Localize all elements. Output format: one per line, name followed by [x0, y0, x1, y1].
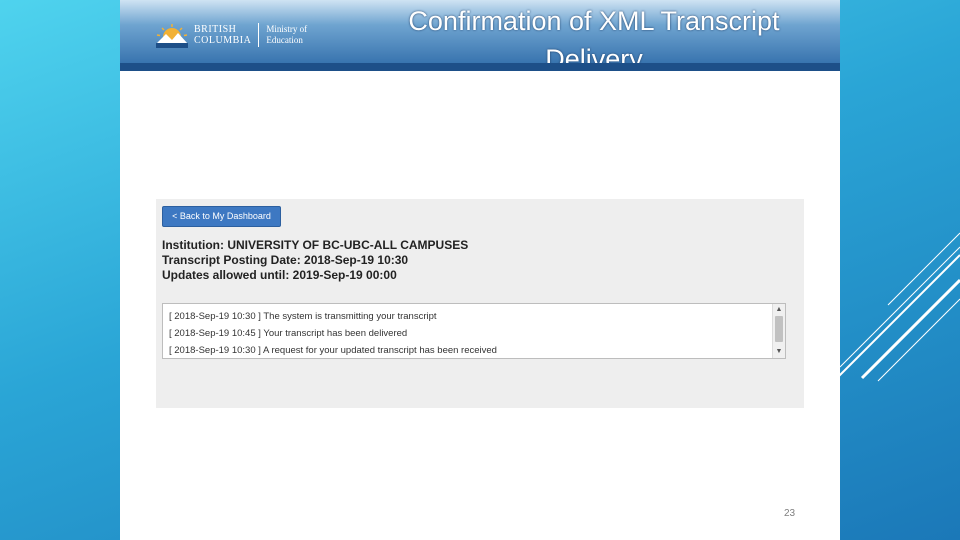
chevron-down-icon[interactable]: ▼: [773, 347, 785, 357]
bc-ministry-logo: BRITISH COLUMBIA Ministry of Education: [154, 22, 307, 48]
slide-title-line1: Confirmation of XML Transcript: [408, 6, 780, 36]
logo-line-columbia: COLUMBIA: [194, 35, 252, 46]
log-lines: [ 2018-Sep-19 10:30 ] The system is tran…: [169, 308, 769, 359]
logo-line-british: BRITISH: [194, 24, 237, 35]
scrollbar-thumb[interactable]: [775, 316, 783, 342]
page-number: 23: [784, 508, 796, 519]
transcript-delivery-panel: < Back to My Dashboard Institution: UNIV…: [156, 199, 804, 408]
back-to-dashboard-button[interactable]: < Back to My Dashboard: [162, 206, 281, 227]
chevron-up-icon[interactable]: ▲: [773, 305, 785, 315]
logo-ministry-line1: Ministry of: [266, 24, 308, 34]
log-scrollbar[interactable]: ▲ ▼: [772, 304, 785, 358]
header-banner: BRITISH COLUMBIA Ministry of Education C…: [120, 0, 840, 71]
log-entry: [ 2018-Sep-19 10:45 ] Your transcript ha…: [169, 328, 408, 339]
sun-mountains-logo-icon: [156, 24, 188, 48]
decorative-lines: [837, 232, 960, 382]
logo-bc-text: BRITISH COLUMBIA: [194, 24, 251, 46]
log-entry: [ 2018-Sep-19 10:30 ] A request for your…: [169, 345, 497, 356]
logo-ministry-text: Ministry of Education: [266, 24, 307, 46]
transcript-info: Institution: UNIVERSITY OF BC-UBC-ALL CA…: [162, 238, 468, 283]
delivery-log-list[interactable]: [ 2018-Sep-19 10:30 ] The system is tran…: [162, 303, 786, 359]
slide: BRITISH COLUMBIA Ministry of Education C…: [120, 0, 840, 540]
logo-divider: [258, 23, 260, 47]
institution-row: Institution: UNIVERSITY OF BC-UBC-ALL CA…: [162, 238, 469, 252]
posting-date-row: Transcript Posting Date: 2018-Sep-19 10:…: [162, 253, 409, 267]
slide-title: Confirmation of XML Transcript Delivery: [382, 2, 806, 71]
log-entry: [ 2018-Sep-19 10:30 ] The system is tran…: [169, 311, 437, 322]
logo-ministry-line2: Education: [266, 35, 303, 45]
updates-allowed-row: Updates allowed until: 2019-Sep-19 00:00: [162, 268, 397, 282]
slide-title-line2: Delivery: [545, 44, 643, 71]
